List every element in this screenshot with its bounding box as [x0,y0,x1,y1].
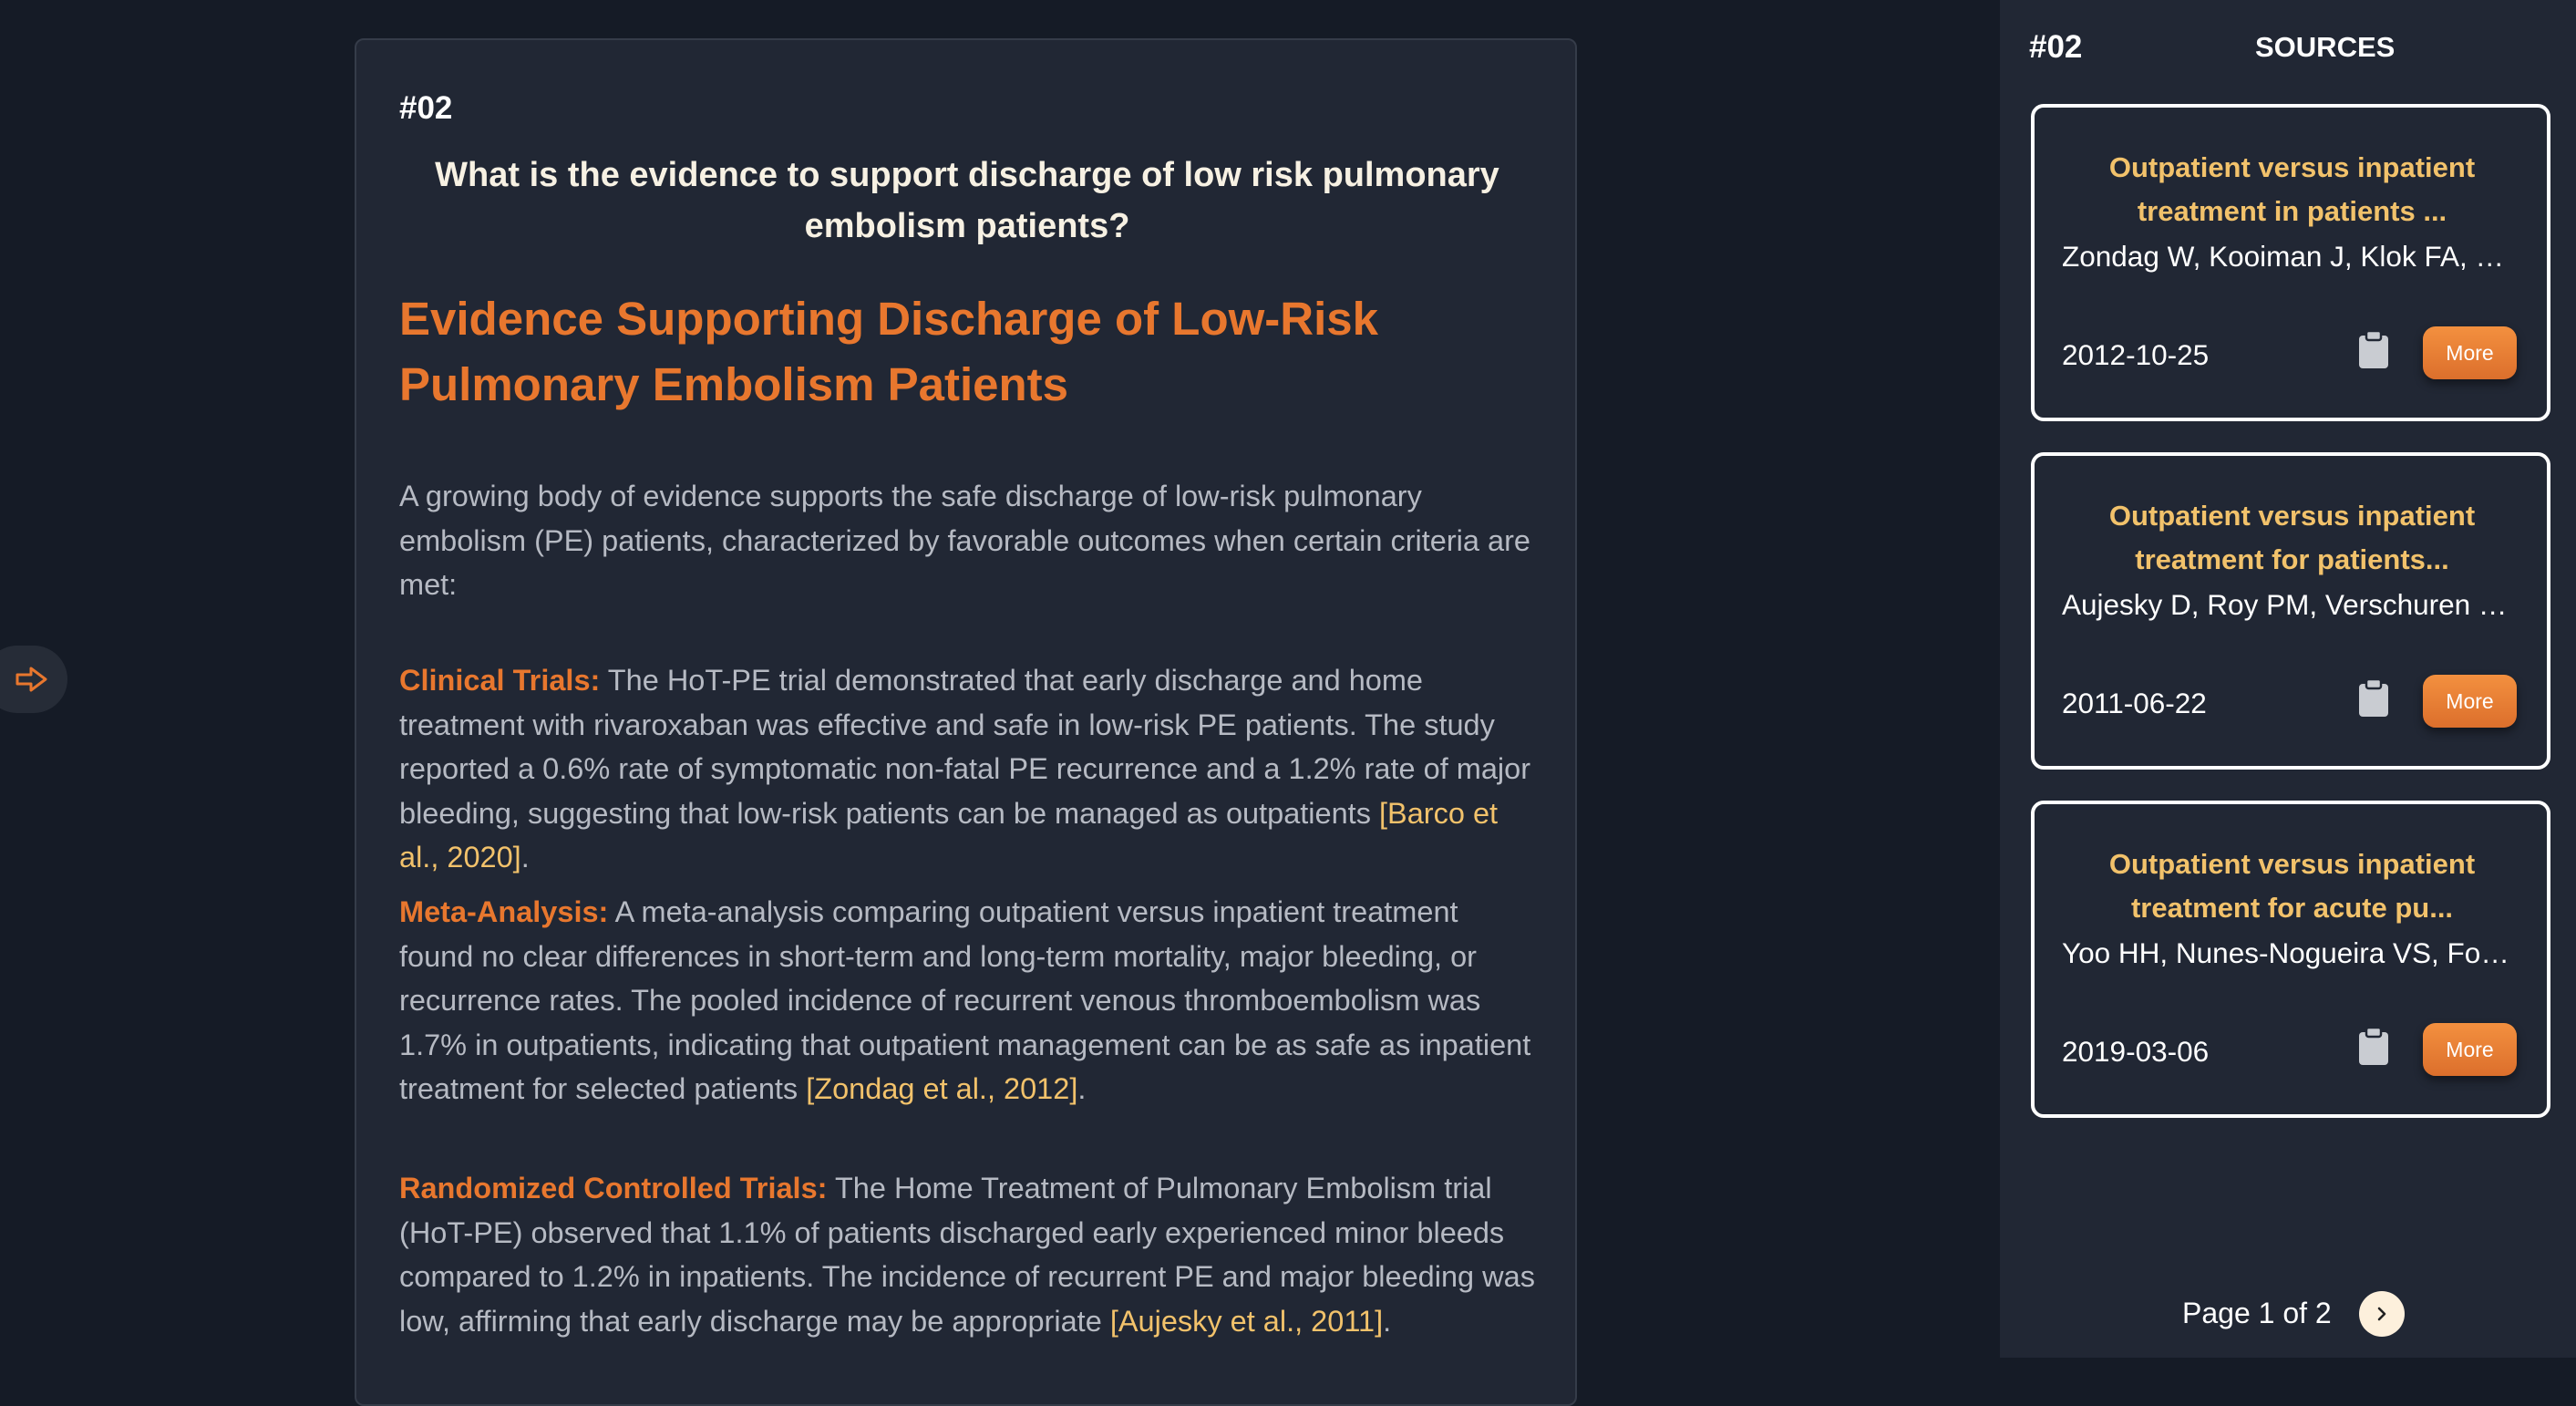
source-card[interactable]: Outpatient versus inpatient treatment fo… [2031,801,2550,1118]
question-text: What is the evidence to support discharg… [435,156,1499,245]
source-date: 2012-10-25 [2062,338,2210,371]
sentence-end: . [520,841,530,874]
more-button[interactable]: More [2423,1023,2517,1076]
evidence-paragraph: Meta-Analysis: A meta-analysis comparing… [399,890,1539,1111]
question-number: #02 [399,90,453,126]
source-card[interactable]: Outpatient versus inpatient treatment fo… [2031,452,2550,770]
evidence-paragraph: Randomized Controlled Trials: The Home T… [399,1166,1539,1343]
more-button[interactable]: More [2423,326,2517,379]
sentence-end: . [1383,1304,1392,1338]
sources-question-number: #02 [2029,29,2083,65]
source-authors: Aujesky D, Roy PM, Verschuren F, ... [2062,588,2518,621]
citation-link[interactable]: [Aujesky et al., 2011] [1110,1305,1383,1338]
source-card[interactable]: Outpatient versus inpatient treatment in… [2031,104,2550,421]
source-title[interactable]: Outpatient versus inpatient treatment fo… [2062,843,2522,930]
section-label: Meta-Analysis: [399,895,609,928]
answer-card: #02 What is the evidence to support disc… [355,38,1577,1406]
clipboard-icon[interactable] [2357,678,2390,719]
sources-title: SOURCES [2255,31,2396,63]
evidence-paragraph: Clinical Trials: The HoT-PE trial demons… [399,658,1539,880]
answer-heading: Evidence Supporting Discharge of Low-Ris… [399,293,1378,410]
source-authors: Yoo HH, Nunes-Nogueira VS, Fort... [2062,936,2518,969]
clipboard-icon[interactable] [2357,1027,2390,1067]
clipboard-icon[interactable] [2357,330,2390,370]
section-label: Clinical Trials: [399,664,601,697]
source-date: 2019-03-06 [2062,1035,2210,1068]
sources-sidebar: #02 SOURCES Outpatient versus inpatient … [2000,0,2576,1358]
sentence-end: . [1077,1072,1087,1105]
page-indicator: Page 1 of 2 [2182,1297,2332,1329]
source-title[interactable]: Outpatient versus inpatient treatment in… [2062,146,2522,233]
source-title[interactable]: Outpatient versus inpatient treatment fo… [2062,494,2522,582]
source-date: 2011-06-22 [2062,687,2207,719]
section-label: Randomized Controlled Trials: [399,1172,828,1204]
citation-link[interactable]: [Zondag et al., 2012] [806,1072,1077,1105]
chevron-right-icon [2377,1307,2386,1321]
next-page-button[interactable] [2359,1291,2405,1337]
more-button[interactable]: More [2423,675,2517,728]
arrow-right-icon [15,667,47,692]
expand-panel-button[interactable] [0,646,67,713]
intro-paragraph: A growing body of evidence supports the … [399,480,1530,601]
source-authors: Zondag W, Kooiman J, Klok FA, De... [2062,240,2518,273]
